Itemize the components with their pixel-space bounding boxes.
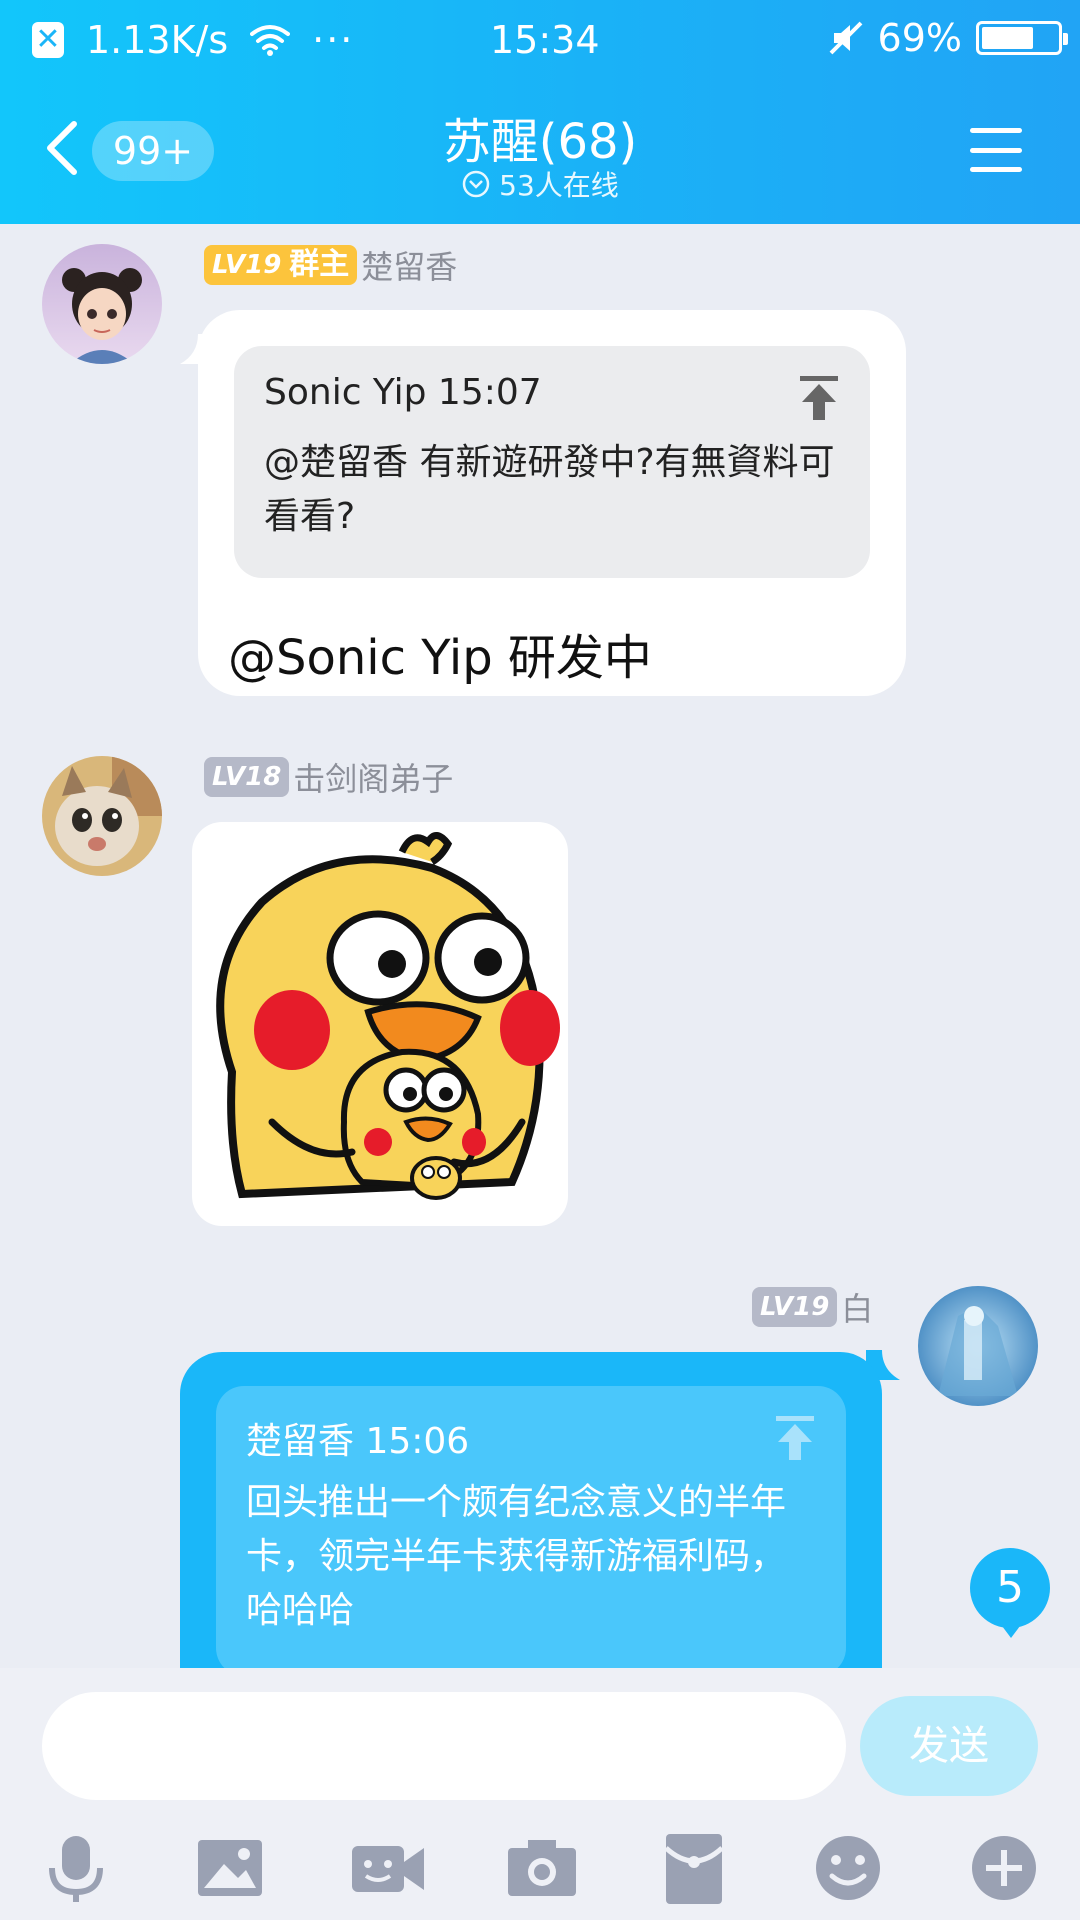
input-area: 发送	[0, 1668, 1080, 1920]
pin-top-icon[interactable]	[798, 376, 840, 420]
image-icon[interactable]	[188, 1826, 272, 1910]
group-title[interactable]: 苏醒(68)	[0, 102, 1080, 172]
video-call-icon[interactable]	[346, 1826, 430, 1910]
chevron-down-circle-icon	[462, 170, 490, 198]
close-notification-icon: ✕	[32, 22, 64, 58]
sender-name[interactable]: 白	[841, 1284, 873, 1330]
level-badge: LV19 群主	[204, 245, 358, 285]
network-speed: 1.13K/s	[86, 18, 229, 62]
online-status[interactable]: 53人在线	[0, 164, 1080, 204]
quote-header: Sonic Yip 15:07	[264, 372, 542, 413]
level-badge: LV19	[752, 1287, 838, 1327]
plus-icon[interactable]	[962, 1826, 1046, 1910]
sender-info: LV19 白	[752, 1284, 873, 1330]
header-bar: ✕ 1.13K/s ··· 15:34 69% 99+ 苏醒(68) 53人在线	[0, 0, 1080, 224]
level-badge: LV18	[204, 757, 290, 797]
wifi-icon	[250, 25, 291, 56]
sender-info: LV19 群主 楚留香	[204, 242, 457, 288]
message-input[interactable]	[42, 1692, 846, 1800]
menu-icon[interactable]	[970, 128, 1022, 172]
battery-percent: 69%	[877, 16, 962, 60]
online-count: 53人在线	[499, 169, 619, 202]
chat-area[interactable]: LV19 群主 楚留香 Sonic Yip 15:07 @楚留香 有新遊研發中?…	[0, 224, 1080, 1668]
quote-text: @楚留香 有新遊研發中?有無資料可看看?	[264, 442, 835, 537]
quoted-reply[interactable]: Sonic Yip 15:07 @楚留香 有新遊研發中?有無資料可看看?	[234, 346, 870, 578]
message-bubble-self[interactable]: 楚留香 15:06 回头推出一个颇有纪念意义的半年卡，领完半年卡获得新游福利码，…	[180, 1352, 882, 1668]
battery-icon	[976, 21, 1068, 55]
yellow-chick-sticker[interactable]	[192, 822, 568, 1226]
message-text: @Sonic Yip 研发中	[228, 630, 652, 686]
message-bubble[interactable]: Sonic Yip 15:07 @楚留香 有新遊研發中?有無資料可看看? @So…	[198, 310, 906, 696]
pin-top-icon[interactable]	[774, 1416, 816, 1460]
clock: 15:34	[490, 18, 600, 62]
quote-text: 回头推出一个颇有纪念意义的半年卡，领完半年卡获得新游福利码，哈哈哈	[246, 1482, 787, 1631]
avatar[interactable]	[42, 244, 162, 364]
sender-name[interactable]: 击剑阁弟子	[293, 754, 453, 800]
mute-icon	[829, 21, 862, 55]
red-packet-icon[interactable]	[652, 1826, 736, 1910]
more-dots: ···	[312, 18, 355, 62]
avatar[interactable]	[918, 1286, 1038, 1406]
owner-role-label: 群主	[289, 247, 350, 282]
microphone-icon[interactable]	[34, 1826, 118, 1910]
quote-header: 楚留香 15:06	[246, 1421, 470, 1462]
input-toolbar	[0, 1826, 1080, 1910]
sender-info: LV18 击剑阁弟子	[204, 754, 453, 800]
sender-name[interactable]: 楚留香	[361, 242, 457, 288]
quoted-reply[interactable]: 楚留香 15:06 回头推出一个颇有纪念意义的半年卡，领完半年卡获得新游福利码，…	[216, 1386, 846, 1668]
camera-icon[interactable]	[500, 1826, 584, 1910]
new-messages-indicator[interactable]: 5	[970, 1548, 1050, 1638]
emoji-icon[interactable]	[806, 1826, 890, 1910]
send-button[interactable]: 发送	[860, 1696, 1038, 1796]
avatar[interactable]	[42, 756, 162, 876]
status-bar: ✕ 1.13K/s ··· 15:34 69%	[0, 0, 1080, 78]
